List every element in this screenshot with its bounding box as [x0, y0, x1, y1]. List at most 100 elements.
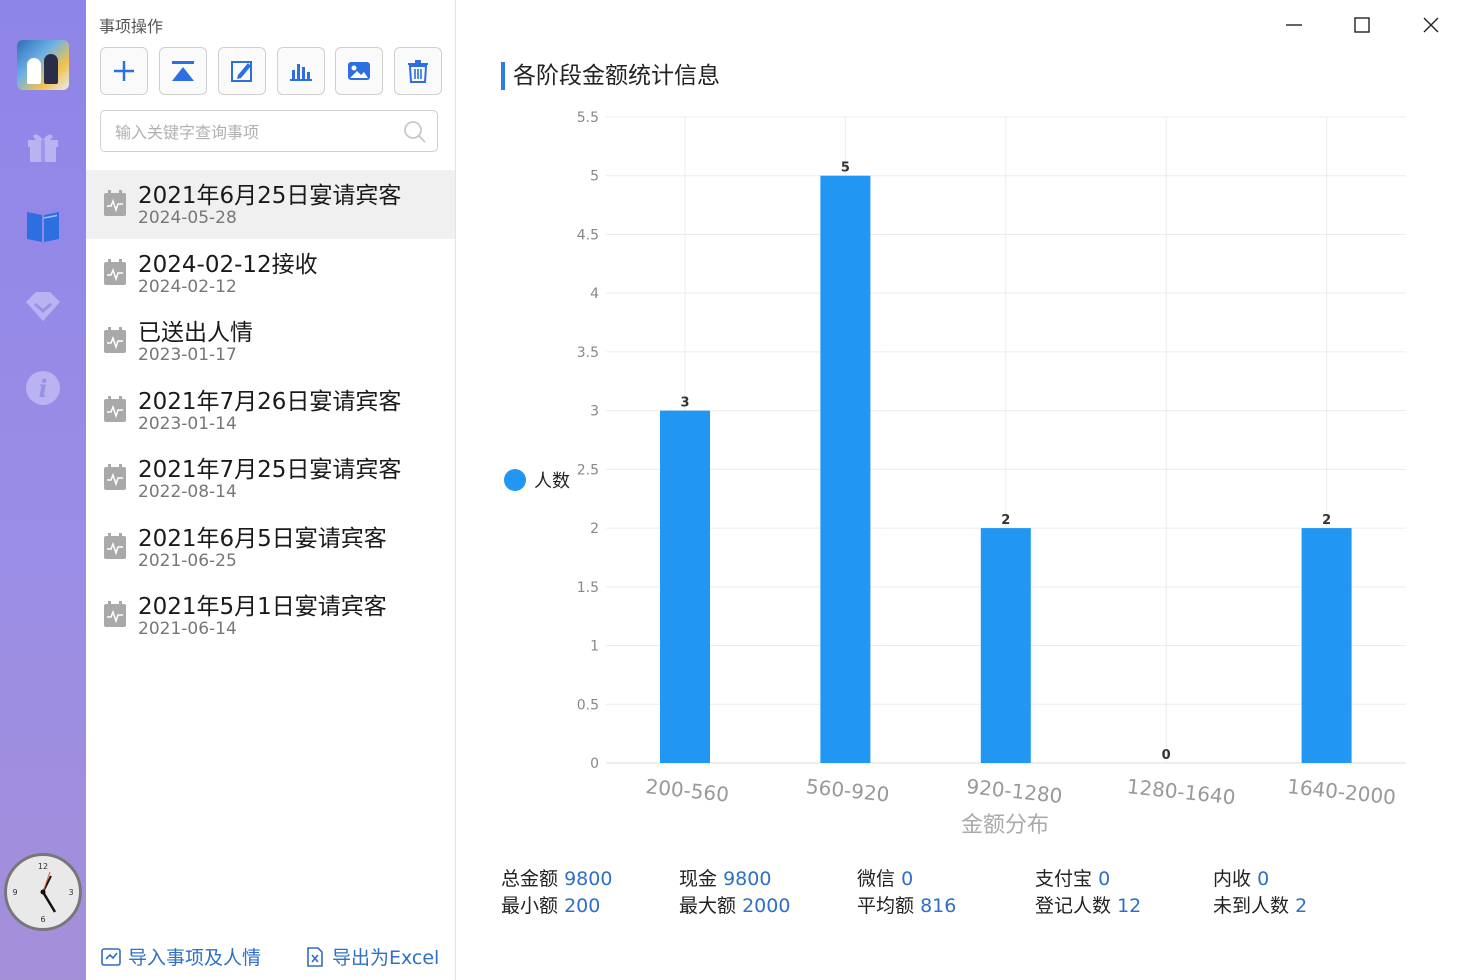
list-item[interactable]: 2021年6月5日宴请宾客 2021-06-25	[86, 513, 455, 582]
item-name: 2021年6月25日宴请宾客	[138, 183, 402, 209]
item-name: 2021年7月26日宴请宾客	[138, 388, 402, 415]
item-name: 已送出人情	[138, 320, 253, 346]
delete-button[interactable]	[394, 47, 442, 95]
data-label: 0	[1162, 748, 1171, 763]
stat-label: 现金	[679, 868, 718, 890]
data-label: 3	[680, 396, 689, 411]
stat-item: 微信 0	[857, 864, 913, 891]
x-tick-label: 200-560	[644, 774, 730, 807]
plus-icon	[114, 61, 134, 81]
stat-value: 200	[564, 895, 601, 917]
bar	[1301, 528, 1352, 763]
item-name: 2021年7月25日宴请宾客	[138, 457, 402, 483]
y-tick-label: 2.5	[577, 462, 599, 478]
export-excel-button[interactable]: 导出为Excel	[304, 943, 439, 970]
excel-icon	[307, 946, 323, 967]
stat-item: 最小额 200	[501, 891, 600, 918]
trash-icon	[408, 60, 428, 83]
image-button[interactable]	[335, 47, 383, 95]
diamond-icon[interactable]	[23, 286, 63, 326]
item-date: 2023-01-17	[138, 345, 237, 365]
svg-text:12: 12	[38, 862, 48, 871]
item-date: 2023-01-14	[138, 413, 237, 434]
bar	[820, 175, 871, 763]
stat-value: 2000	[742, 895, 791, 917]
item-name: 2024-02-12接收	[138, 251, 318, 278]
list-item[interactable]: 2021年7月26日宴请宾客 2023-01-14	[86, 376, 455, 445]
calendar-icon	[104, 532, 126, 559]
list-item[interactable]: 2021年7月25日宴请宾客 2022-08-14	[86, 444, 455, 513]
stat-label: 内收	[1213, 868, 1252, 890]
calendar-icon	[104, 395, 126, 422]
calendar-icon	[104, 464, 126, 490]
event-panel: 事项操作 2021年6月25日宴请宾客2024-05-282024-02-12接…	[86, 0, 456, 980]
x-axis-title: 金额分布	[961, 813, 1049, 838]
y-tick-label: 4.5	[577, 227, 599, 243]
search-input[interactable]	[113, 119, 397, 145]
clock-widget: 12 3 6 9	[4, 853, 82, 931]
item-date: 2024-05-28	[138, 208, 237, 228]
info-icon[interactable]: i	[23, 368, 63, 408]
pin-top-button[interactable]	[159, 47, 207, 95]
y-tick-label: 1	[590, 639, 599, 655]
y-tick-label: 0.5	[577, 697, 599, 713]
stat-label: 微信	[857, 868, 896, 890]
stat-item: 未到人数 2	[1213, 891, 1307, 918]
image-icon	[348, 62, 370, 80]
stat-value: 9800	[564, 868, 613, 890]
stat-item: 总金额 9800	[501, 864, 612, 891]
statistics-button[interactable]	[277, 47, 325, 95]
bar	[980, 528, 1031, 763]
y-tick-label: 1.5	[577, 580, 599, 596]
stat-item: 平均额 816	[857, 891, 956, 918]
x-tick-label: 1640-2000	[1286, 774, 1397, 809]
list-item[interactable]: 已送出人情 2023-01-17	[86, 307, 455, 376]
stat-label: 最小额	[501, 895, 559, 917]
y-tick-label: 5.5	[577, 110, 599, 126]
legend-swatch	[504, 469, 526, 491]
stat-label: 登记人数	[1035, 895, 1112, 917]
data-label: 5	[841, 161, 850, 176]
minimize-button[interactable]	[1279, 10, 1309, 40]
import-label: 导入事项及人情	[128, 947, 262, 969]
stat-item: 登记人数 12	[1035, 891, 1141, 918]
stat-value: 2	[1295, 895, 1308, 917]
stat-value: 0	[1257, 868, 1270, 890]
x-tick-label: 1280-1640	[1126, 774, 1237, 809]
bar-chart-icon	[290, 64, 312, 81]
calendar-icon	[104, 190, 126, 216]
item-date: 2022-08-14	[138, 482, 237, 502]
import-button[interactable]: 导入事项及人情	[100, 943, 261, 970]
item-date: 2021-06-14	[138, 619, 237, 639]
top-icon	[172, 61, 194, 81]
gift-icon[interactable]	[23, 125, 63, 165]
list-item[interactable]: 2024-02-12接收 2024-02-12	[86, 239, 455, 308]
svg-text:i: i	[38, 374, 47, 403]
y-tick-label: 3	[590, 404, 599, 420]
maximize-button[interactable]	[1347, 10, 1377, 40]
y-tick-label: 5	[590, 169, 599, 185]
edit-button[interactable]	[218, 47, 266, 95]
stat-item: 内收 0	[1213, 864, 1269, 891]
stat-value: 9800	[723, 868, 772, 890]
stat-label: 总金额	[501, 868, 559, 890]
data-label: 2	[1322, 513, 1331, 528]
edit-icon	[231, 61, 252, 82]
y-tick-label: 4	[590, 286, 599, 302]
nav-rail: i 12 3 6 9	[0, 0, 86, 980]
add-button[interactable]	[100, 47, 148, 95]
close-button[interactable]	[1416, 10, 1446, 40]
calendar-icon	[104, 327, 126, 353]
search-box	[100, 110, 438, 152]
calendar-icon	[104, 258, 126, 285]
list-item[interactable]: 2021年5月1日宴请宾客 2021-06-14	[86, 581, 455, 650]
avatar[interactable]	[17, 40, 69, 90]
book-icon[interactable]	[23, 205, 63, 245]
search-icon[interactable]	[403, 120, 427, 144]
bar-chart: 0 0.5 1 1.5 2 2.5 3 3.5 4 4.5 5 5.5 3 5 2 0 2 200-560 560-…	[577, 110, 1406, 838]
stat-value: 0	[901, 868, 914, 890]
bar	[660, 410, 710, 763]
export-label: 导出为Excel	[332, 947, 440, 969]
calendar-icon	[104, 601, 126, 627]
list-item[interactable]: 2021年6月25日宴请宾客 2024-05-28	[86, 170, 455, 239]
